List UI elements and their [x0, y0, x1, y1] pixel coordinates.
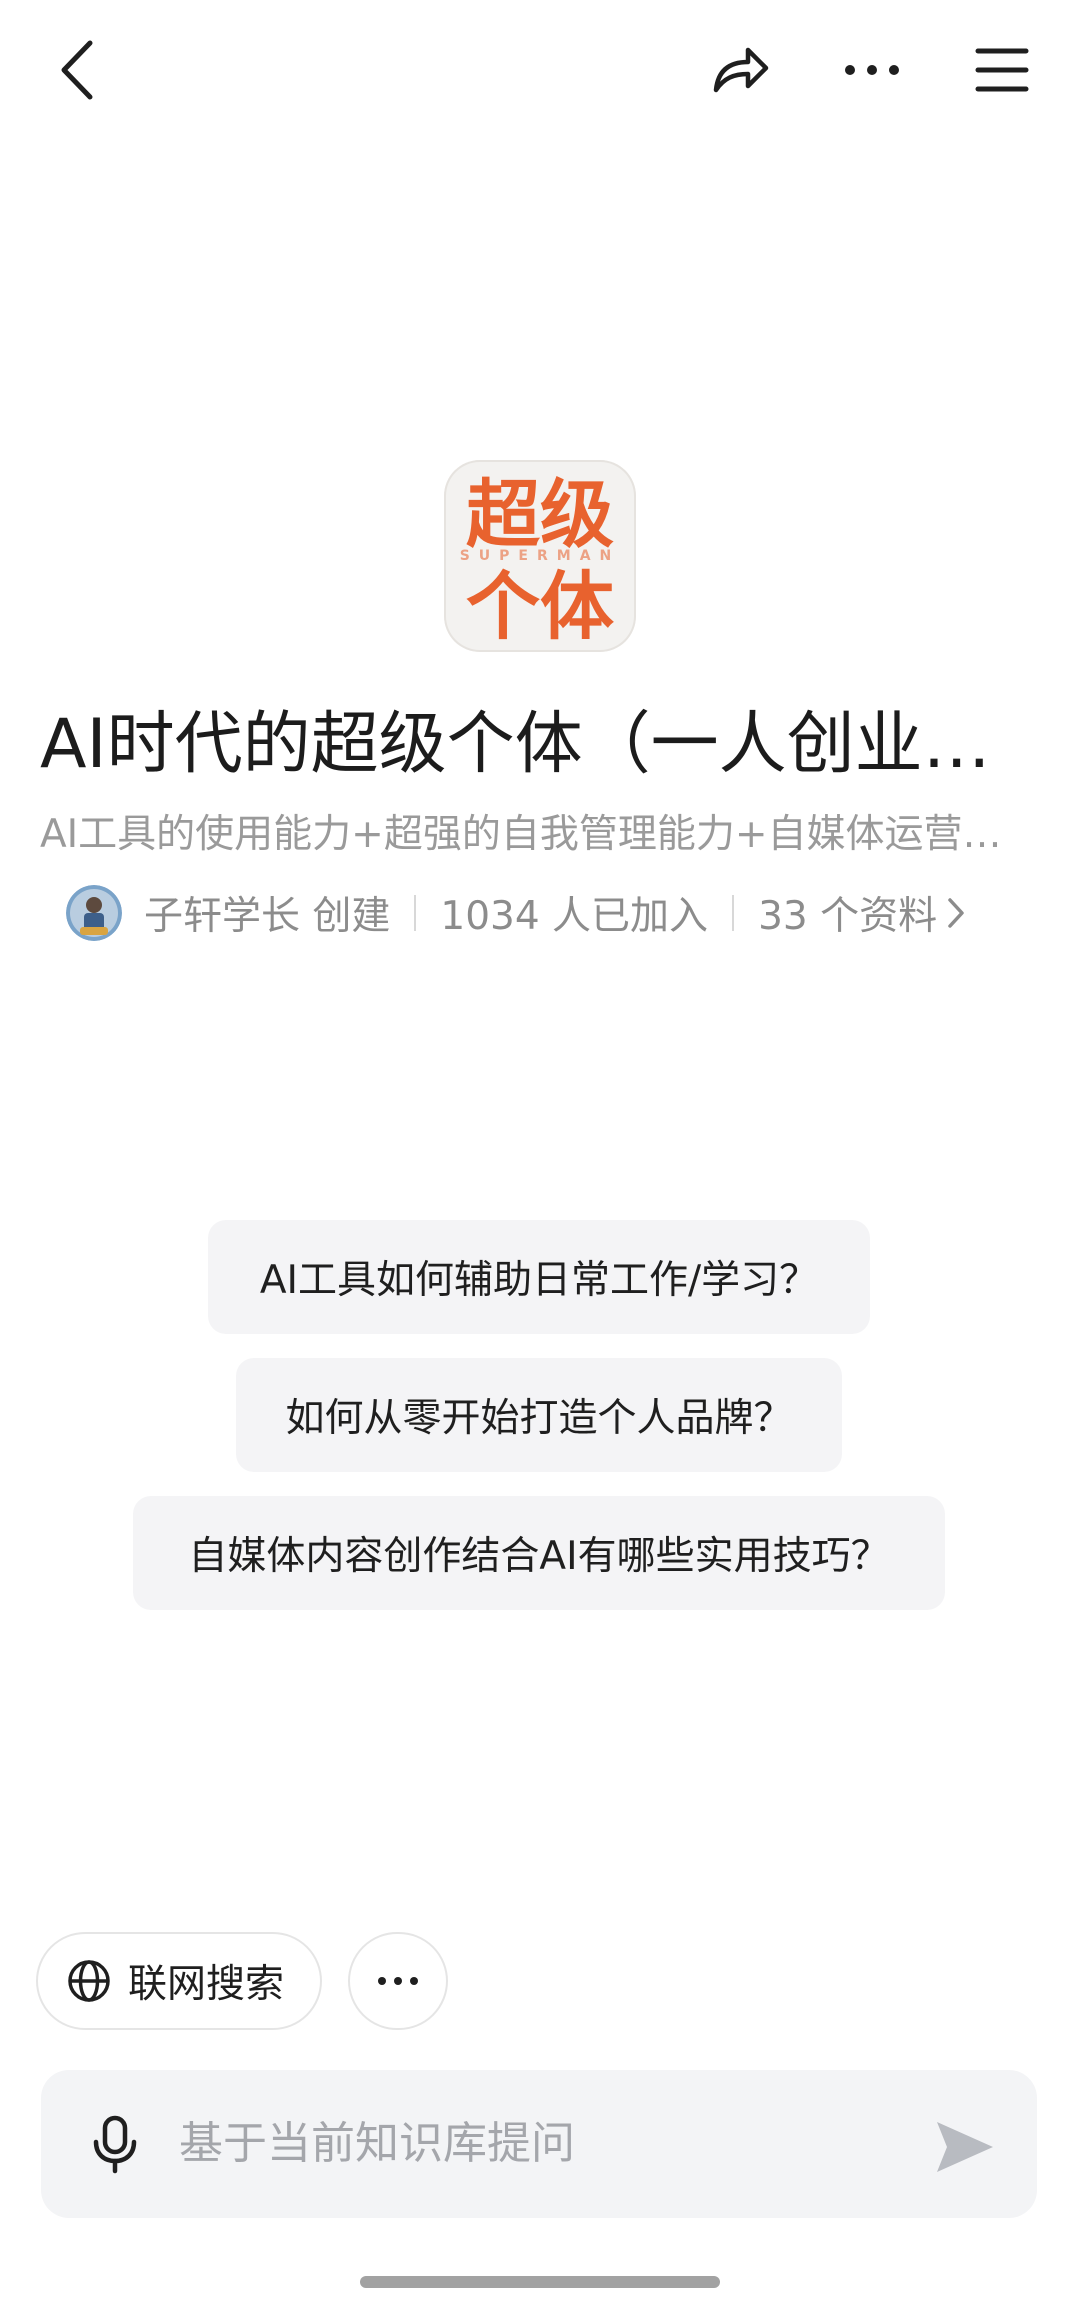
ellipsis-icon [378, 1977, 418, 1985]
divider [414, 895, 417, 931]
suggested-question[interactable]: 自媒体内容创作结合AI有哪些实用技巧？ [133, 1496, 945, 1610]
cover-logo: 超级 SUPERMAN 个体 [460, 472, 621, 650]
ellipsis-icon [845, 65, 899, 75]
avatar[interactable] [66, 885, 122, 941]
file-count[interactable]: 33 个资料 [758, 885, 937, 941]
microphone-icon[interactable] [85, 2114, 145, 2174]
send-icon [937, 2122, 993, 2172]
knowledge-base-cover: 超级 SUPERMAN 个体 [444, 460, 636, 652]
web-search-label: 联网搜索 [128, 1962, 285, 2007]
suggested-question[interactable]: AI工具如何辅助日常工作/学习？ [208, 1220, 870, 1334]
share-arrow-icon [713, 47, 769, 93]
back-button[interactable] [40, 30, 120, 110]
chevron-left-icon [61, 40, 93, 100]
hamburger-icon [975, 48, 1029, 92]
divider [732, 895, 735, 931]
suggested-question[interactable]: 如何从零开始打造个人品牌？ [236, 1358, 842, 1472]
member-count: 1034 人已加入 [440, 894, 709, 939]
more-button[interactable] [832, 30, 912, 110]
share-button[interactable] [700, 30, 780, 110]
page-title: AI时代的超级个体（一人创业… [40, 705, 991, 784]
page-subtitle: AI工具的使用能力+超强的自我管理能力+自媒体运营… [40, 812, 1002, 857]
send-button[interactable] [931, 2114, 997, 2180]
globe-icon [68, 1960, 110, 2002]
svg-text:SUPERMAN: SUPERMAN [460, 548, 621, 564]
menu-button[interactable] [962, 30, 1042, 110]
svg-text:个体: 个体 [466, 564, 614, 650]
svg-text:超级: 超级 [466, 472, 614, 558]
top-bar [0, 0, 1079, 140]
chevron-right-icon [945, 895, 967, 931]
more-tools-button[interactable] [348, 1932, 448, 2030]
question-input-bar[interactable]: 基于当前知识库提问 [41, 2070, 1037, 2218]
question-input[interactable]: 基于当前知识库提问 [179, 2114, 575, 2174]
home-indicator [360, 2276, 720, 2288]
web-search-toggle[interactable]: 联网搜索 [36, 1932, 322, 2030]
knowledge-base-meta[interactable]: 子轩学长 创建 1034 人已加入 33 个资料 [66, 883, 967, 943]
creator-label: 子轩学长 创建 [144, 894, 391, 939]
